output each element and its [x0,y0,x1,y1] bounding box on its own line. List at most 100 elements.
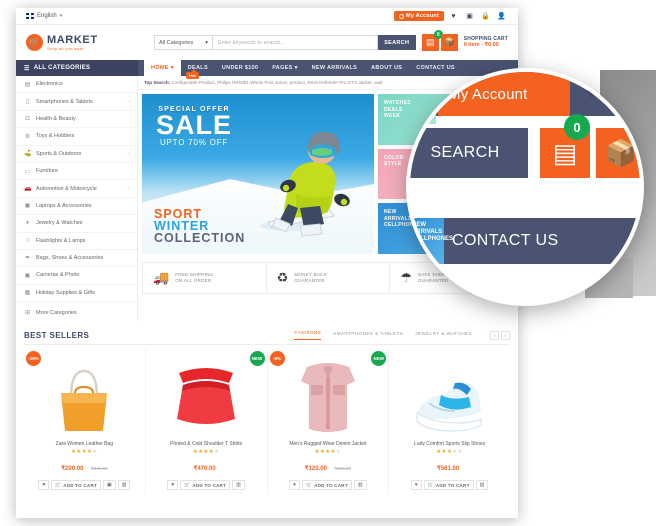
compare-button[interactable]: ▤ 0 [421,30,443,51]
gift-icon: ▦ [24,290,31,297]
chevron-right-icon: › [127,150,129,157]
nav-item-about-us[interactable]: ABOUT US [364,60,409,76]
product-name[interactable]: Men's Rugged Wear Denim Jacket [271,441,386,447]
product-old-price: ₹246.00 [90,466,108,472]
add-to-cart-button[interactable]: 🛒 ADD TO CART [51,480,101,491]
sidebar-item-holiday-supplies-gifts[interactable]: ▦ Holiday Supplies & Gifts [16,285,137,303]
sidebar-item-health-beauty[interactable]: ⚖ Health & Beauty [16,111,137,129]
sidebar-item-jewelry-watches[interactable]: ♦ Jewelry & Watches [16,215,137,233]
topbar-actions: My Account ♥ ▣ 🔒 👤 [394,10,508,23]
cart-summary[interactable]: SHOPPING CART 0 item - ₹0.00 [464,36,508,49]
product-card[interactable]: Lady Comfort Sports Slip Shoes ★★★★★ ₹56… [388,349,510,495]
search-button[interactable]: SEARCH [377,35,416,50]
compare-button[interactable]: ▥ [475,480,489,491]
cart-button[interactable]: 📦 [440,34,458,51]
nav-item-pages[interactable]: PAGES ▾ [265,60,304,76]
heart-icon[interactable]: ♥ [586,82,597,103]
site-logo[interactable]: 🛒 MARKET Shop all you want [26,34,154,51]
logo-tagline: Shop all you want [47,45,84,51]
furniture-icon: ▭ [24,168,31,175]
heart-icon[interactable]: ♥ [447,10,460,23]
sidebar-item-sports-outdoors[interactable]: ⛳ Sports & Outdoors › [16,146,137,163]
sidebar-item-label: Toys & Hobbies [36,133,75,140]
sidebar-item-more-categories[interactable]: ⊞ More Categories [16,304,137,321]
sidebar-item-furniture[interactable]: ▭ Furniture [16,163,137,181]
all-categories-button[interactable]: ☰ ALL CATEGORIES [16,60,138,76]
tab-fashions[interactable]: FASHIONS [294,331,322,341]
product-name[interactable]: Printed & Cold Shoulder T Shirts [149,441,264,447]
user-icon [399,13,405,19]
sidebar-item-flashlights-lamps[interactable]: ☃ Flashlights & Lamps [16,233,137,250]
magnified-my-account-button[interactable]: My Account [438,72,570,116]
best-sellers-title: BEST SELLERS [24,331,90,341]
product-rating: ★★★★★ [436,449,463,456]
collection-block: SPORT WINTER COLLECTION [154,208,245,245]
carousel-arrows: ‹ › [490,331,510,341]
sidebar-item-automotive-motorcycle[interactable]: 🚗 Automotive & Motorcycle › [16,180,137,198]
product-price: ₹200.00 [61,466,84,473]
logo-brand: MARKET [47,33,98,46]
top-search-label: Top Search: [144,80,171,85]
magnified-search-button[interactable]: SEARCH [410,128,528,178]
sidebar-item-toys-hobbies[interactable]: ⚙ Toys & Hobbies [16,128,137,146]
product-card[interactable]: NEW Printed & Cold Shoulder T Shirts ★★★… [144,349,267,495]
tab-smartphones-tablets[interactable]: SMARTPHONES & TABLETS [333,332,403,340]
cart-total: 0 item - ₹0.00 [463,42,499,49]
category-select[interactable]: All Categories ▾ [154,35,212,50]
add-to-cart-button[interactable]: 🛒 ADD TO CART [423,480,474,491]
sidebar-item-label: More Categories [36,309,77,316]
nav-item-home[interactable]: HOME ▾ [144,60,181,76]
my-account-button[interactable]: My Account [394,11,444,21]
chevron-down-icon: ▾ [294,65,298,71]
chevron-right-icon: › [127,98,129,105]
compare-button[interactable]: ▥ [117,480,131,491]
product-card[interactable]: -5% NEW Men's Rugged Wear Denim Jacket ★… [266,349,389,495]
sidebar-item-cameras-photo[interactable]: ▣ Cameras & Photo [16,267,137,285]
product-rating: ★★★★★ [192,449,220,456]
laptop-icon: ▣ [24,203,31,210]
sidebar-item-electronics[interactable]: ▤ Electronics [16,76,137,94]
nav-item-new-arrivals[interactable]: NEW ARRIVALS [305,60,364,76]
product-name[interactable]: Zara Women Leather Bag [27,441,142,447]
product-name[interactable]: Lady Comfort Sports Slip Shoes [392,441,507,447]
plus-grid-icon: ⊞ [24,310,31,317]
sidebar-item-label: Smartphones & Tablets [36,98,93,105]
bottle-icon: ⚖ [24,116,31,123]
carousel-prev-button[interactable]: ‹ [490,331,499,341]
hamburger-icon: ☰ [24,65,30,72]
product-card[interactable]: -19% Zara Women Leather Bag ★★★★★ ₹200.0… [24,349,145,494]
sidebar-item-laptops-accessories[interactable]: ▣ Laptops & Accessories [16,198,137,216]
wishlist-button[interactable]: ♥ [167,480,179,491]
sidebar-item-label: Bags, Shoes & Accessories [36,255,104,262]
sidebar-item-label: Automotive & Motorcycle [36,185,97,192]
sidebar-item-bags-shoes-accessories[interactable]: ☂ Bags, Shoes & Accessories [16,250,137,268]
tab-jewelry-watches[interactable]: JEWELRY & WATCHES [415,332,472,340]
compare-button[interactable]: ▥ [353,480,367,491]
compare-button[interactable]: ▥ [232,480,245,491]
product-image [392,353,507,435]
jewelry-icon: ♦ [25,220,30,227]
wishlist-button[interactable]: ♥ [289,480,301,491]
site-header: 🛒 MARKET Shop all you want All Categorie… [16,25,518,60]
lock-icon[interactable]: 🔒 [479,10,492,23]
nav-item-under-100[interactable]: UNDER $100 [215,60,265,76]
magnified-cart-button[interactable]: 📦 [596,128,640,178]
carousel-next-button[interactable]: › [501,331,510,341]
compare-icon[interactable]: ▣ [463,10,476,23]
language-selector[interactable]: English ▾ [26,13,62,19]
sidebar-item-smartphones-tablets[interactable]: ▯ Smartphones & Tablets › [16,93,137,111]
user-icon[interactable]: 👤 [495,10,508,23]
product-rating: ★★★★★ [71,449,98,456]
lamp-icon: ☃ [24,238,31,245]
search-input[interactable]: Enter keywords to search... [212,35,378,50]
wishlist-button[interactable]: ♥ [410,480,422,491]
hero-slider[interactable]: SPECIAL OFFER SALE UPTO 70% OFF SPORT WI… [142,94,374,254]
wishlist-button[interactable]: ♥ [38,480,50,491]
compare-icon: ▤ [552,137,578,168]
magnifier-content: My Account ♥ ▣ WATDEW SEARCH ▤ 0 📦 SHOPP… [410,72,640,302]
quick-view-button[interactable]: ▣ [102,480,116,491]
top-search-terms[interactable]: Configurable Product, Philips HR1861 Who… [172,80,383,85]
discount-label: UPTO 70% OFF [159,138,229,147]
add-to-cart-button[interactable]: 🛒 ADD TO CART [302,480,352,491]
add-to-cart-button[interactable]: 🛒 ADD TO CART [180,480,231,491]
